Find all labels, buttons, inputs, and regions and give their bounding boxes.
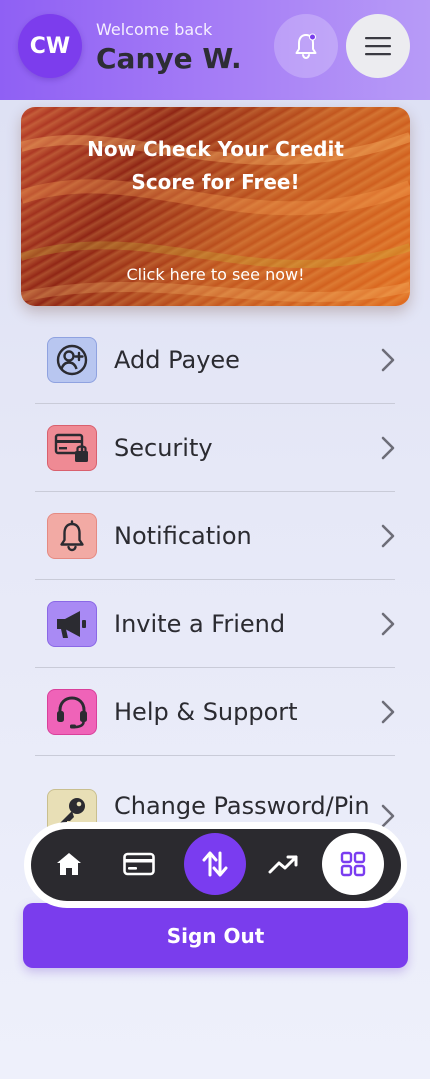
credit-card-icon	[123, 852, 155, 876]
hamburger-icon	[365, 37, 391, 56]
card-lock-icon	[54, 433, 88, 462]
security-icon-box	[47, 424, 97, 471]
promo-title: Now Check Your Credit Score for Free!	[87, 137, 344, 194]
add-payee-icon-box	[47, 336, 97, 383]
header: CW Welcome back Canye W.	[0, 0, 430, 100]
menu-item-invite-friend[interactable]: Invite a Friend	[35, 580, 395, 668]
bell-icon	[295, 33, 317, 60]
trend-up-icon	[268, 855, 298, 874]
help-icon-box	[47, 688, 97, 735]
menu-item-notification[interactable]: Notification	[35, 492, 395, 580]
nav-transfer-button[interactable]	[184, 833, 246, 895]
add-user-icon	[56, 344, 88, 375]
profile-page: CW Welcome back Canye W. Now Check Your …	[0, 0, 430, 1079]
menu-item-label: Help & Support	[114, 697, 298, 726]
avatar[interactable]: CW	[18, 14, 82, 78]
chevron-right-icon	[381, 804, 395, 828]
avatar-initials: CW	[29, 33, 71, 59]
chevron-right-icon	[381, 612, 395, 635]
invite-icon-box	[47, 600, 97, 647]
menu-item-label: Invite a Friend	[114, 609, 286, 638]
menu-item-label: Security	[114, 433, 213, 462]
promo-cta-link[interactable]: Click here to see now!	[21, 265, 410, 284]
bell-icon	[60, 519, 84, 551]
notification-icon-box	[47, 512, 97, 559]
sign-out-label: Sign Out	[166, 923, 265, 948]
menu-item-label: Change Password/Pin	[114, 792, 370, 820]
user-name: Canye W.	[96, 42, 242, 75]
menu-item-label: Add Payee	[114, 345, 240, 374]
nav-cards-button[interactable]	[108, 833, 170, 895]
grid-icon	[340, 851, 366, 877]
menu-item-add-payee[interactable]: Add Payee	[35, 316, 395, 404]
menu-item-help-support[interactable]: Help & Support	[35, 668, 395, 756]
settings-menu: Add Payee Security Notification Invite a…	[35, 316, 395, 844]
transfer-arrows-icon	[202, 851, 228, 877]
chevron-right-icon	[381, 524, 395, 547]
sign-out-button[interactable]: Sign Out	[23, 903, 408, 968]
chevron-right-icon	[381, 348, 395, 371]
menu-item-label: Notification	[114, 521, 252, 550]
home-icon	[57, 853, 81, 875]
welcome-text: Welcome back	[96, 20, 213, 39]
menu-button[interactable]	[346, 14, 410, 78]
megaphone-icon	[57, 610, 86, 638]
menu-item-security[interactable]: Security	[35, 404, 395, 492]
credit-score-promo-banner[interactable]: Now Check Your Credit Score for Free! Cl…	[21, 107, 410, 306]
chevron-right-icon	[381, 700, 395, 723]
notifications-button[interactable]	[274, 14, 338, 78]
nav-more-button[interactable]	[322, 833, 384, 895]
headset-icon	[57, 695, 87, 728]
nav-home-button[interactable]	[38, 833, 100, 895]
chevron-right-icon	[381, 436, 395, 459]
nav-analytics-button[interactable]	[253, 833, 315, 895]
